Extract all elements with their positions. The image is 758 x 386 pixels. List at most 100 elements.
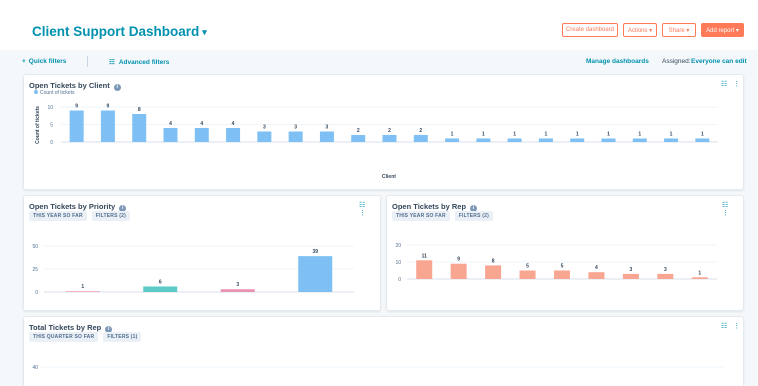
bar [351,135,366,142]
bar-value-label: 4 [232,121,235,127]
bar-value-label: 1 [81,284,84,290]
bar [570,138,585,142]
manage-dashboards-link[interactable]: Manage dashboards [586,58,649,65]
filter-divider [87,56,88,67]
bar [657,273,674,279]
bar [319,131,334,142]
bar [226,128,241,142]
bar [413,135,428,142]
bar-value-label: 2 [419,128,422,134]
bar [450,263,467,279]
y-tick-label: 20 [395,243,401,249]
advanced-filters-button[interactable]: ☷ Advanced filters [109,58,169,66]
assigned-label: Assigned: [662,58,691,65]
bar-value-label: 9 [107,104,110,110]
bar-value-label: 1 [513,132,516,138]
bar [601,138,616,142]
bar-value-label: 1 [638,132,641,138]
bar-value-label: 11 [422,253,428,259]
bar [416,260,433,279]
quick-filters-button[interactable]: + Quick filters [22,58,66,65]
bar [695,138,710,142]
y-tick-label: 0 [35,290,38,296]
y-tick-label: 0 [398,277,401,283]
x-axis-label: Client [382,174,396,180]
bar-value-label: 8 [138,107,141,113]
client-bar-chart: 0 5 10 9 9 8 4 4 4 3 3 3 2 2 2 1 1 1 1 1 1 1 1 1 Count of ticket… [35,104,718,180]
create-dashboard-button[interactable]: Create dashboard [562,23,618,37]
bar [132,114,147,142]
bar [485,265,502,279]
advanced-filters-label: Advanced filters [118,59,170,66]
bar-value-label: 9 [75,104,78,110]
bar-value-label: 2 [388,128,391,134]
sliders-icon: ☷ [109,59,115,66]
chevron-down-icon[interactable]: ▾ [202,27,207,37]
bar [588,272,605,279]
bar-value-label: 3 [263,125,266,131]
bar-value-label: 1 [576,132,579,138]
bar [476,138,491,142]
y-tick-label: 5 [50,123,53,129]
bar-value-label: 5 [561,264,564,270]
bar [632,138,647,142]
bar [664,138,679,142]
bar [288,131,303,142]
priority-report-card: Open Tickets by Priority i THIS YEAR SO F… [23,195,381,311]
rep-bar-chart: 0 10 20 11 9 8 5 5 4 3 3 1 [395,243,717,283]
bar-value-label: 1 [698,270,701,276]
filter-bar: + Quick filters ☷ Advanced filters Manage … [0,50,758,72]
y-tick-label: 25 [32,267,38,273]
bar-value-label: 9 [457,257,460,263]
y-tick-label: 40 [32,365,38,371]
share-button[interactable]: Share ▾ [662,23,696,37]
bar-value-label: 3 [629,267,632,273]
add-report-button[interactable]: Add report ▾ [701,23,744,37]
bar-value-label: 1 [701,132,704,138]
quick-filters-label: Quick filters [28,58,67,65]
bar [143,286,178,292]
y-tick-label: 50 [32,244,38,250]
y-tick-label: 10 [47,105,53,111]
client-report-card: Open Tickets by Client i Count of tickets… [23,74,744,190]
plus-icon: + [22,58,26,65]
y-tick-label: 0 [50,140,53,146]
bar [691,277,708,279]
bar-value-label: 5 [526,264,529,270]
bar-value-label: 2 [357,128,360,134]
total-report-card: Total Tickets by Rep i THIS QUARTER SO FA… [23,316,744,386]
actions-button[interactable]: Actions ▾ [623,23,657,37]
bar-value-label: 8 [492,258,495,264]
bar [69,110,84,142]
bar-value-label: 1 [607,132,610,138]
bar [622,273,639,279]
bar [220,289,255,292]
bar [554,270,570,279]
bar [65,291,100,292]
dashboard-title[interactable]: Client Support Dashboard ▾ [32,24,207,39]
bar [538,138,553,142]
rep-report-card: Open Tickets by Rep i THIS YEAR SO FAR FI… [386,195,744,311]
bar-value-label: 4 [595,265,598,271]
bar [382,135,397,142]
bar [194,128,209,142]
bar-value-label: 3 [326,125,329,131]
bar-value-label: 1 [670,132,673,138]
assigned-value-link[interactable]: Everyone can edit [691,58,747,65]
bar-value-label: 3 [236,282,239,288]
bar-value-label: 3 [294,125,297,131]
bar [163,128,178,142]
bar-value-label: 4 [200,121,203,127]
bar [507,138,522,142]
bar-value-label: 3 [664,267,667,273]
dashboard-title-text[interactable]: Client Support Dashboard [32,24,199,39]
bar [519,270,536,279]
bar [100,110,115,142]
priority-bar-chart: 0 25 50 1 6 3 39 [32,244,354,296]
bar [298,256,333,292]
bar-value-label: 1 [545,132,548,138]
y-axis-label: Count of tickets [35,106,41,144]
bar-value-label: 1 [482,132,485,138]
bar-value-label: 39 [312,249,318,255]
bar [445,138,460,142]
